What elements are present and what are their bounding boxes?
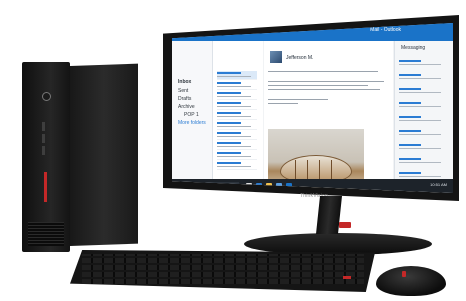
clock[interactable]: 10:51 AM [430, 182, 447, 187]
pane-title: Messaging [401, 45, 426, 51]
folder-item[interactable]: Archive [178, 104, 195, 110]
folder-pane: Inbox Sent Drafts Archive POP 1 More fol… [172, 41, 213, 193]
body-line [268, 85, 368, 86]
folder-item[interactable]: Sent [178, 88, 188, 94]
tower-side-panel [70, 63, 138, 246]
list-item[interactable] [399, 101, 447, 111]
list-item[interactable] [399, 87, 447, 97]
list-item[interactable] [399, 73, 447, 83]
mouse [376, 266, 446, 296]
mouse-scroll-wheel [402, 271, 406, 277]
list-item[interactable] [217, 121, 257, 130]
tower-vents [28, 222, 64, 246]
app-title: Mail - Outlook [370, 27, 401, 33]
list-item[interactable] [217, 141, 257, 150]
list-item[interactable] [399, 129, 447, 139]
usb-port [42, 134, 45, 143]
sender-name: Jefferson M. [286, 55, 314, 61]
audio-port [42, 146, 45, 155]
list-item[interactable] [217, 161, 257, 170]
folder-item[interactable]: Inbox [178, 79, 191, 85]
folder-item[interactable]: More folders [178, 120, 206, 126]
folder-item[interactable]: POP 1 [184, 112, 199, 118]
list-item[interactable] [217, 131, 257, 140]
monitor-screen: Mail - Outlook Inbox Sent Drafts Archive… [172, 23, 453, 193]
body-line [268, 99, 328, 100]
usb-port [42, 122, 45, 131]
keyboard [70, 250, 375, 292]
body-line [268, 71, 378, 72]
keyboard-accent [343, 276, 351, 279]
list-item[interactable] [217, 151, 257, 160]
sender-avatar [270, 51, 282, 63]
list-item[interactable] [399, 143, 447, 153]
list-item[interactable] [399, 115, 447, 125]
list-item[interactable] [399, 157, 447, 167]
list-item[interactable] [217, 91, 257, 100]
list-item[interactable] [217, 101, 257, 110]
messaging-pane: Messaging [394, 41, 453, 193]
monitor-stand-neck [316, 196, 342, 234]
reading-pane: Jefferson M. [264, 41, 393, 193]
power-button-icon [42, 92, 51, 101]
brand-stripe [44, 172, 47, 202]
tower-front-panel [22, 62, 70, 252]
body-line [268, 89, 380, 90]
message-list [213, 41, 263, 193]
body-line [268, 103, 298, 104]
list-item[interactable] [217, 111, 257, 120]
body-line [268, 81, 384, 82]
desktop-tower [22, 62, 138, 252]
keyboard-keys [82, 254, 364, 284]
list-item[interactable] [217, 71, 257, 80]
cable-clip [339, 222, 351, 228]
folder-item[interactable]: Drafts [178, 96, 191, 102]
list-item[interactable] [217, 81, 257, 90]
list-item[interactable] [399, 59, 447, 69]
